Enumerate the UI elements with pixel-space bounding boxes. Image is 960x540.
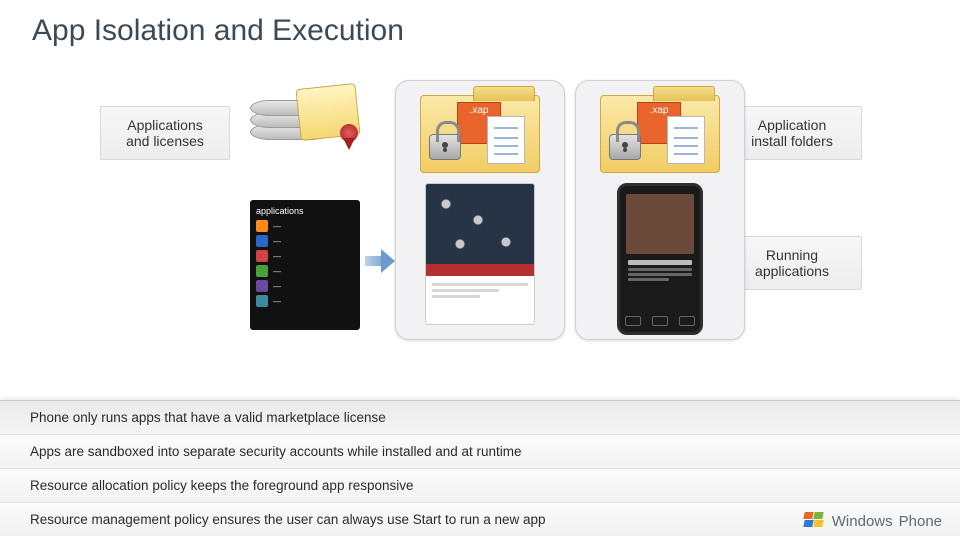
document-icon [667, 116, 705, 164]
app-store-card [425, 183, 535, 325]
folder-icon: .xap [600, 95, 720, 173]
license-db-icon [250, 84, 370, 164]
bullet-item: Resource allocation policy keeps the for… [0, 468, 960, 502]
lock-icon [429, 134, 461, 160]
seal-icon [340, 124, 358, 142]
lock-icon [609, 134, 641, 160]
app-list-phone: applications — — — — — — [250, 200, 360, 330]
diagram-area: Applications and licenses Application in… [0, 70, 960, 330]
document-icon [487, 116, 525, 164]
app-list-title: applications [256, 206, 354, 216]
running-phone [617, 183, 703, 335]
arrow-icon [365, 246, 395, 276]
windows-phone-brand: Windows Phone [804, 512, 942, 530]
brand-phone: Phone [899, 513, 942, 530]
folder-icon: .xap [420, 95, 540, 173]
windows-logo-icon [804, 512, 826, 530]
isolation-chamber-1: .xap [395, 80, 565, 340]
label-apps-licenses: Applications and licenses [100, 106, 230, 160]
isolation-chamber-2: .xap [575, 80, 745, 340]
slide-title: App Isolation and Execution [32, 14, 404, 48]
bullet-item: Phone only runs apps that have a valid m… [0, 400, 960, 434]
bullet-item: Apps are sandboxed into separate securit… [0, 434, 960, 468]
brand-windows: Windows [832, 513, 893, 530]
